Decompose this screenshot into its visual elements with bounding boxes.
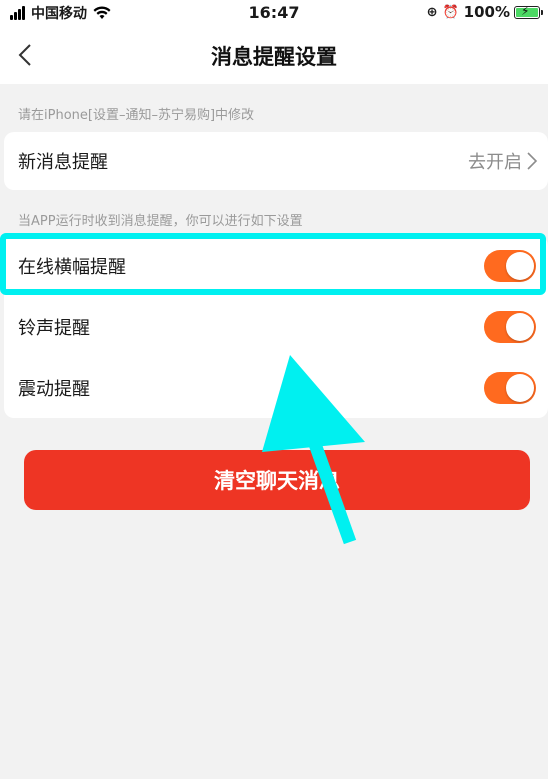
vibration-reminder-toggle[interactable]: [484, 372, 536, 404]
vibration-reminder-label: 震动提醒: [18, 379, 90, 400]
banner-reminder-label: 在线横幅提醒: [18, 257, 126, 278]
status-right: ⊕ ⏰ 100% ⚡: [426, 3, 543, 21]
enable-link[interactable]: 去开启: [468, 148, 522, 174]
new-message-label: 新消息提醒: [18, 152, 108, 173]
battery-percent: 100%: [463, 3, 510, 21]
ringtone-reminder-row: 铃声提醒: [4, 297, 548, 357]
battery-icon: ⚡: [514, 4, 543, 19]
orientation-lock-icon: ⊕: [426, 4, 438, 20]
new-message-card: 新消息提醒 去开启: [4, 132, 548, 190]
new-message-row[interactable]: 新消息提醒 去开启: [4, 132, 548, 190]
clear-chat-label: 清空聊天消息: [214, 469, 340, 493]
page-title: 消息提醒设置: [211, 45, 337, 69]
banner-reminder-toggle[interactable]: [484, 250, 536, 282]
banner-reminder-row: 在线横幅提醒: [4, 236, 548, 296]
ringtone-reminder-label: 铃声提醒: [18, 318, 90, 339]
system-settings-hint: 请在iPhone[设置–通知–苏宁易购]中修改: [18, 108, 255, 123]
alarm-icon: ⏰: [442, 4, 459, 20]
vibration-reminder-row: 震动提醒: [4, 358, 548, 418]
status-bar: 中国移动 16:47 ⊕ ⏰ 100% ⚡: [0, 0, 548, 26]
clear-chat-button[interactable]: 清空聊天消息: [24, 450, 530, 510]
runtime-settings-hint: 当APP运行时收到消息提醒，你可以进行如下设置: [18, 214, 303, 229]
notification-settings-card: 在线横幅提醒 铃声提醒 震动提醒: [4, 236, 548, 418]
chevron-right-icon: [527, 152, 538, 170]
ringtone-reminder-toggle[interactable]: [484, 311, 536, 343]
nav-bar: 消息提醒设置: [0, 26, 548, 84]
